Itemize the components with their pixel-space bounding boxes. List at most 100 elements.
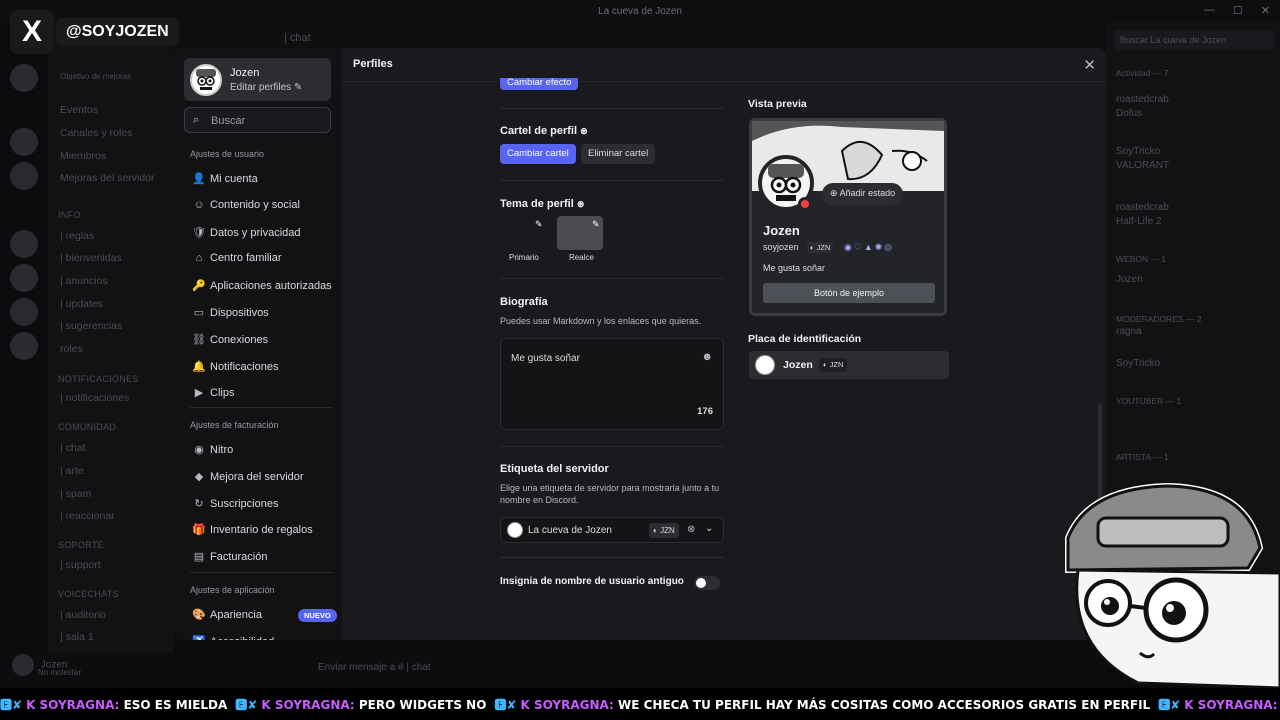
emoji-picker-icon[interactable]: ☻ [701, 351, 713, 363]
member-item[interactable]: SoyTricko [1116, 358, 1160, 369]
maximize-icon[interactable]: ☐ [1233, 4, 1243, 17]
settings-nav-item[interactable]: 🔔 Notificaciones [192, 360, 278, 373]
discover-icon[interactable] [10, 332, 38, 360]
server-avatar [507, 522, 523, 538]
channel-item[interactable]: | reglas [60, 230, 94, 242]
settings-nav-item[interactable]: 👤 Mi cuenta [192, 172, 258, 185]
emote-icon: 🅴✘ [235, 698, 258, 712]
nav-item-label: Clips [210, 387, 235, 400]
channel-item[interactable]: | auditorio [60, 609, 106, 621]
settings-nav-item[interactable]: 🎨 Apariencia NUEVO [192, 608, 337, 622]
channel-item[interactable]: | reaccionar [60, 510, 115, 522]
change-banner-button[interactable]: Cambiar cartel [500, 144, 576, 164]
channel-item[interactable]: | spam [60, 488, 91, 500]
settings-nav-item[interactable]: ⛓ Conexiones [192, 333, 268, 346]
search-placeholder: Buscar [211, 115, 246, 127]
channel-item[interactable]: Miembros [60, 150, 106, 162]
ticker-message: 🅴✘K SOYRAGNA: HAY UN POPU [1158, 696, 1280, 713]
settings-search-input[interactable]: ⌕ Buscar [184, 107, 331, 133]
channel-item[interactable]: | arte [60, 465, 84, 477]
nav-item-icon: 🎨 [192, 609, 206, 621]
minimize-icon[interactable]: — [1204, 4, 1215, 17]
settings-nav-item[interactable]: ↻ Suscripciones [192, 497, 278, 510]
member-item[interactable]: roastedcrab [1116, 94, 1169, 105]
member-item[interactable]: Half-Life 2 [1116, 216, 1162, 227]
settings-nav-item[interactable]: ▶ Clips [192, 386, 235, 400]
settings-nav-item[interactable]: 🔑 Aplicaciones autorizadas [192, 279, 332, 292]
server-tag-select[interactable]: La cueva de Jozen ◐ JZN ⊗ ⌄ [500, 517, 724, 543]
bio-text: Me gusta soñar [511, 353, 580, 364]
channel-category: NOTIFICACIONES [58, 374, 139, 384]
add-status-button[interactable]: ⊕ Añadir estado [822, 183, 904, 205]
channel-item[interactable]: roles [60, 343, 83, 355]
channel-item[interactable]: Mejoras del servidor [60, 172, 155, 184]
channel-item[interactable]: | notificaciones [60, 392, 129, 404]
bottom-bar: Jozen No molestar Enviar mensaje a # | c… [0, 652, 1106, 688]
nav-item-icon: ◆ [194, 470, 204, 483]
nav-item-icon: 🎁 [192, 524, 206, 537]
ticker-nick: K SOYRAGNA: [1184, 698, 1278, 712]
member-item[interactable]: VALORANT [1116, 160, 1169, 171]
server-search-input[interactable]: Buscar La cueva de Jozen [1114, 30, 1274, 50]
channel-category: INFO [58, 210, 81, 220]
nav-item-label: Contenido y social [210, 198, 300, 211]
channel-item[interactable]: | bienvenidas [60, 252, 122, 264]
settings-nav-item[interactable]: 🎁 Inventario de regalos [192, 523, 313, 536]
bio-textarea[interactable]: Me gusta soñar ☻ 176 [500, 338, 724, 430]
close-window-icon[interactable]: ✕ [1261, 4, 1270, 17]
profile-preview-card: ⊕ Añadir estado Jozen soyjozen ◐ JZN ◉♡▲… [749, 118, 947, 316]
close-icon[interactable]: ✕ [1083, 56, 1096, 74]
profile-card[interactable]: Jozen Editar perfiles ✎ [184, 58, 331, 101]
example-button[interactable]: Botón de ejemplo [763, 283, 935, 303]
clear-icon[interactable]: ⊗ [687, 524, 695, 535]
settings-section-title: Ajustes de usuario [190, 149, 265, 159]
server-icon[interactable] [10, 64, 38, 92]
member-item[interactable]: Dofus [1116, 108, 1142, 119]
member-item[interactable]: SoyTricko [1116, 146, 1160, 157]
panel-header: Perfiles ✕ [342, 48, 1106, 82]
user-panel[interactable]: Jozen No molestar [12, 654, 81, 677]
member-item[interactable]: roastedcrab [1116, 202, 1169, 213]
settings-nav-item[interactable]: 🛡 Datos y privacidad [192, 226, 301, 239]
settings-nav-item[interactable]: ⌂ Centro familiar [192, 252, 282, 264]
channel-item[interactable]: | updates [60, 298, 103, 310]
nav-item-label: Inventario de regalos [210, 524, 313, 537]
settings-nav-item[interactable]: ◉ Nitro [192, 443, 233, 456]
edit-profiles-link[interactable]: Editar perfiles ✎ [230, 82, 302, 93]
nav-item-label: Apariencia [210, 609, 262, 621]
settings-nav-item[interactable]: ◆ Mejora del servidor [192, 470, 304, 483]
member-item[interactable]: Jozen [1116, 274, 1143, 285]
channel-item[interactable]: | chat [60, 442, 86, 454]
page-title: Perfiles [353, 58, 393, 70]
settings-nav-item[interactable]: ▭ Dispositivos [192, 306, 269, 319]
server-icon[interactable] [10, 264, 38, 292]
chevron-down-icon[interactable]: ⌄ [705, 523, 713, 534]
server-icon[interactable] [10, 128, 38, 156]
settings-nav-item[interactable]: ♿ Accesibilidad [192, 635, 274, 640]
new-badge: NUEVO [297, 608, 337, 622]
settings-nav-item[interactable]: ☺ Contenido y social [192, 199, 300, 211]
ticker-nick: K SOYRAGNA: [26, 698, 120, 712]
channel-item[interactable]: Canales y roles [60, 127, 132, 139]
message-composer[interactable]: Enviar mensaje a # | chat [318, 662, 431, 673]
remove-banner-button[interactable]: Eliminar cartel [581, 144, 656, 164]
member-item[interactable]: ragna [1116, 326, 1142, 337]
nav-item-label: Datos y privacidad [210, 226, 301, 239]
channel-item[interactable]: Eventos [60, 104, 98, 116]
settings-nav-item[interactable]: ▤ Facturación [192, 550, 268, 563]
channel-item[interactable]: | sala 1 [60, 631, 94, 643]
add-server-icon[interactable] [10, 298, 38, 326]
legacy-badge-toggle[interactable] [694, 576, 720, 590]
divider [190, 572, 332, 573]
channel-item[interactable]: | sugerencias [60, 320, 122, 332]
channel-category: VOICECHATS [58, 589, 119, 599]
server-icon[interactable] [10, 230, 38, 258]
nav-item-icon: ☺ [193, 198, 205, 211]
server-icon[interactable] [10, 162, 38, 190]
id-plate: Jozen ◐ JZN [749, 351, 949, 379]
plate-name: Jozen [783, 359, 813, 371]
channel-item[interactable]: | support [60, 559, 101, 571]
channel-item[interactable]: | anuncios [60, 275, 108, 287]
ticker-text: PERO WIDGETS NO [358, 698, 487, 712]
nitro-icon: ⊛ [576, 199, 585, 209]
